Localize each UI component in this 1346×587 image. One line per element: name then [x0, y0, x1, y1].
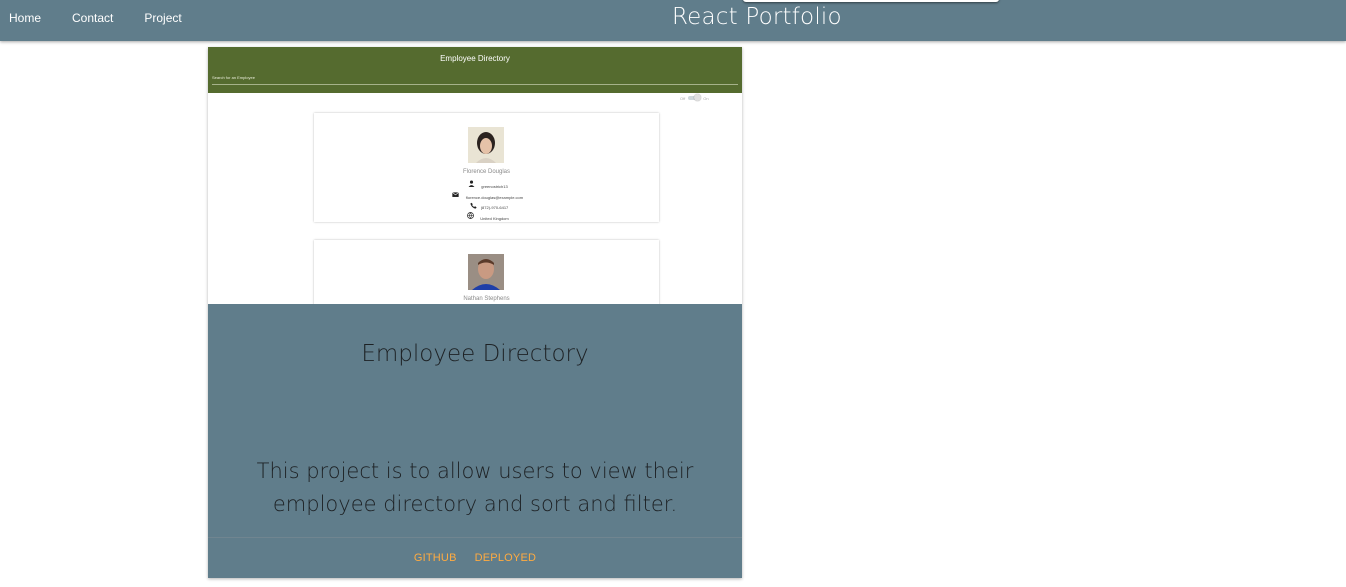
app-search-placeholder: Search for an Employee [212, 75, 255, 80]
app-search-underline [212, 84, 738, 85]
brand-logo-text[interactable]: React Portfolio [672, 4, 842, 30]
employee-photo [468, 127, 504, 163]
employee-country: United Kingdom [480, 216, 509, 221]
app-title: Employee Directory [440, 54, 510, 63]
employee-username: greenostrich13 [481, 184, 508, 189]
nav-link-contact[interactable]: Contact [63, 11, 121, 25]
app-sort-toggle: Off On [680, 94, 709, 101]
project-screenshot: Employee Directory Search for an Employe… [208, 47, 742, 304]
employee-name: Florence Douglas [462, 169, 511, 175]
project-title: Employee Directory [361, 341, 589, 367]
nav-links: Home Contact Project [0, 0, 204, 35]
employee-email: florence.douglas@example.com [465, 195, 524, 200]
navbar: Home Contact Project React Portfolio [0, 0, 1346, 41]
project-card: Employee Directory Search for an Employe… [208, 47, 742, 578]
employee-photo [468, 254, 504, 290]
toggle-knob [694, 94, 702, 101]
employee-phone: (872)-970-6417 [480, 205, 509, 210]
nav-link-project[interactable]: Project [135, 11, 189, 25]
nav-link-home[interactable]: Home [0, 11, 49, 25]
toggle-track [688, 94, 702, 101]
project-description: This project is to allow users to view t… [256, 459, 694, 516]
deployed-link[interactable]: DEPLOYED [475, 552, 537, 564]
github-link[interactable]: GITHUB [414, 552, 457, 564]
employee-name: Nathan Stephens [463, 296, 510, 302]
dropdown-edge [743, 0, 999, 2]
card-actions: GITHUB DEPLOYED [208, 537, 742, 578]
employee-card: Nathan Stephens [314, 240, 659, 304]
employee-card: Florence Douglas greenostrich13 florence… [314, 113, 659, 222]
toggle-on-label: On [703, 95, 709, 101]
card-content: Employee Directory This project is to al… [208, 304, 742, 537]
app-header: Employee Directory Search for an Employe… [208, 47, 742, 93]
toggle-off-label: Off [680, 95, 686, 101]
